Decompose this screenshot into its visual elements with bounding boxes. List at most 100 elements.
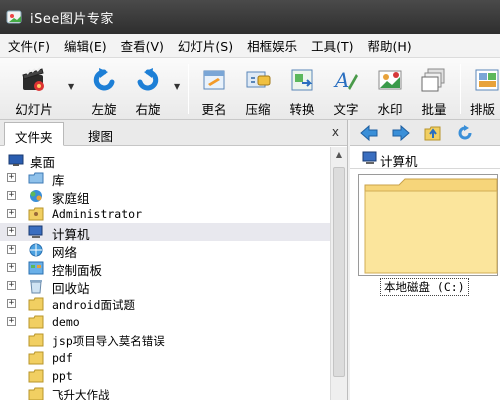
forward-arrow-icon[interactable] bbox=[392, 124, 410, 142]
menu-edit[interactable]: 编辑(E) bbox=[56, 36, 113, 55]
tree-item-label: pdf bbox=[52, 351, 73, 365]
compress-icon bbox=[244, 66, 272, 94]
rename-label: 更名 bbox=[201, 102, 227, 117]
convert-button[interactable]: 转换 bbox=[284, 58, 320, 120]
menu-file[interactable]: 文件(F) bbox=[0, 36, 56, 55]
svg-text:A: A bbox=[333, 68, 349, 92]
expand-icon[interactable]: + bbox=[7, 173, 16, 182]
rotate-right-button[interactable]: 右旋 bbox=[130, 58, 166, 120]
folder-icon bbox=[28, 368, 44, 384]
tree-item-control-panel[interactable]: + 控制面板 bbox=[0, 259, 330, 278]
tree-item-folder[interactable]: + demo bbox=[0, 313, 330, 331]
batch-icon bbox=[420, 66, 448, 94]
expand-icon[interactable]: + bbox=[7, 263, 16, 272]
folder-icon bbox=[28, 332, 44, 348]
tree-item-folder[interactable]: pdf bbox=[0, 349, 330, 367]
expand-icon[interactable]: + bbox=[7, 281, 16, 290]
tree-item-label: jsp项目导入莫名错误 bbox=[52, 334, 165, 348]
tree-item-administrator[interactable]: + Administrator bbox=[0, 205, 330, 223]
tree-item-folder[interactable]: jsp项目导入莫名错误 bbox=[0, 331, 330, 349]
control-panel-icon bbox=[28, 260, 44, 276]
folder-icon bbox=[28, 386, 44, 400]
recycle-bin-icon bbox=[28, 278, 44, 294]
drive-label[interactable]: 本地磁盘 (C:) bbox=[380, 278, 469, 296]
back-arrow-icon[interactable] bbox=[360, 124, 378, 142]
computer-icon bbox=[362, 150, 378, 166]
slideshow-label: 幻灯片 bbox=[15, 102, 53, 117]
current-path: 计算机 bbox=[380, 154, 418, 169]
watermark-label: 水印 bbox=[377, 102, 403, 117]
slideshow-button[interactable]: 幻灯片 bbox=[10, 58, 58, 120]
user-folder-icon bbox=[28, 206, 44, 222]
compress-button[interactable]: 压缩 bbox=[240, 58, 276, 120]
tree-item-label: android面试题 bbox=[52, 298, 135, 312]
folder-tree: 桌面 + 库 + 家庭组 + Administrator + 计算机 + 网络 … bbox=[0, 147, 330, 400]
panel-tabs: 文件夹 搜图 x bbox=[0, 120, 347, 146]
batch-button[interactable]: 批量 bbox=[416, 58, 452, 120]
scroll-up-icon[interactable]: ▲ bbox=[331, 147, 347, 163]
tab-search-images[interactable]: 搜图 bbox=[78, 122, 123, 146]
drive-thumbnail[interactable] bbox=[358, 174, 498, 276]
tree-item-folder[interactable]: 飞升大作战 bbox=[0, 385, 330, 400]
text-tool-icon: A bbox=[332, 66, 360, 94]
folder-up-icon[interactable] bbox=[424, 125, 442, 141]
folder-icon bbox=[364, 178, 498, 274]
tree-item-label: demo bbox=[52, 315, 80, 329]
layout-label: 排版 bbox=[470, 102, 496, 117]
tree-item-recycle-bin[interactable]: + 回收站 bbox=[0, 277, 330, 296]
tree-item-desktop[interactable]: 桌面 bbox=[0, 151, 330, 170]
tree-item-label: ppt bbox=[52, 369, 73, 383]
layout-button[interactable]: 排版 bbox=[468, 58, 500, 120]
folder-icon bbox=[28, 314, 44, 330]
rename-icon bbox=[200, 66, 228, 94]
slideshow-dropdown-icon[interactable]: ▼ bbox=[68, 82, 76, 91]
expand-icon[interactable]: + bbox=[7, 245, 16, 254]
close-panel-button[interactable]: x bbox=[332, 125, 339, 139]
navigation-bar bbox=[350, 120, 500, 146]
thumbnail-area: 本地磁盘 (C:) bbox=[350, 170, 500, 400]
computer-icon bbox=[28, 224, 44, 240]
toolbar: 幻灯片 ▼ 左旋 右旋 ▼ 更名 压缩 转换 A 文字 水印 批量 排版 bbox=[0, 58, 500, 120]
film-clapper-icon bbox=[20, 66, 48, 94]
watermark-button[interactable]: 水印 bbox=[372, 58, 408, 120]
expand-icon[interactable]: + bbox=[7, 317, 16, 326]
tree-item-folder[interactable]: ppt bbox=[0, 367, 330, 385]
layout-icon bbox=[474, 66, 500, 94]
menu-tools[interactable]: 工具(T) bbox=[303, 36, 359, 55]
text-button[interactable]: A 文字 bbox=[328, 58, 364, 120]
tab-folders[interactable]: 文件夹 bbox=[4, 122, 64, 146]
expand-icon[interactable]: + bbox=[7, 227, 16, 236]
tree-item-computer[interactable]: + 计算机 bbox=[0, 223, 330, 242]
menu-help[interactable]: 帮助(H) bbox=[360, 36, 418, 55]
refresh-icon[interactable] bbox=[456, 125, 474, 141]
homegroup-icon bbox=[28, 188, 44, 204]
rotate-left-button[interactable]: 左旋 bbox=[86, 58, 122, 120]
title-bar: iSee图片专家 bbox=[0, 0, 500, 34]
compress-label: 压缩 bbox=[245, 102, 271, 117]
rotate-dropdown-icon[interactable]: ▼ bbox=[174, 82, 182, 91]
folder-icon bbox=[28, 296, 44, 312]
tree-item-network[interactable]: + 网络 bbox=[0, 241, 330, 260]
app-logo-icon bbox=[6, 8, 24, 26]
folder-panel: 文件夹 搜图 x 桌面 + 库 + 家庭组 + Administrator + … bbox=[0, 120, 348, 400]
folder-icon bbox=[28, 350, 44, 366]
convert-icon bbox=[288, 66, 316, 94]
toolbar-separator bbox=[460, 64, 461, 114]
menu-view[interactable]: 查看(V) bbox=[113, 36, 170, 55]
expand-icon[interactable]: + bbox=[7, 299, 16, 308]
menu-slideshow[interactable]: 幻灯片(S) bbox=[170, 36, 239, 55]
network-icon bbox=[28, 242, 44, 258]
tree-scrollbar[interactable]: ▲ bbox=[330, 147, 347, 400]
expand-icon[interactable]: + bbox=[7, 191, 16, 200]
tree-item-homegroup[interactable]: + 家庭组 bbox=[0, 187, 330, 206]
scroll-thumb[interactable] bbox=[333, 167, 345, 377]
tree-item-folder[interactable]: + android面试题 bbox=[0, 295, 330, 313]
rotate-left-icon bbox=[90, 66, 118, 94]
expand-icon[interactable]: + bbox=[7, 209, 16, 218]
tree-item-library[interactable]: + 库 bbox=[0, 169, 330, 188]
text-label: 文字 bbox=[333, 102, 359, 117]
menu-frame-fun[interactable]: 相框娱乐 bbox=[239, 36, 303, 55]
browser-panel: 计算机 本地磁盘 (C:) bbox=[350, 120, 500, 400]
rename-button[interactable]: 更名 bbox=[196, 58, 232, 120]
tree-item-label: 飞升大作战 bbox=[52, 388, 110, 400]
